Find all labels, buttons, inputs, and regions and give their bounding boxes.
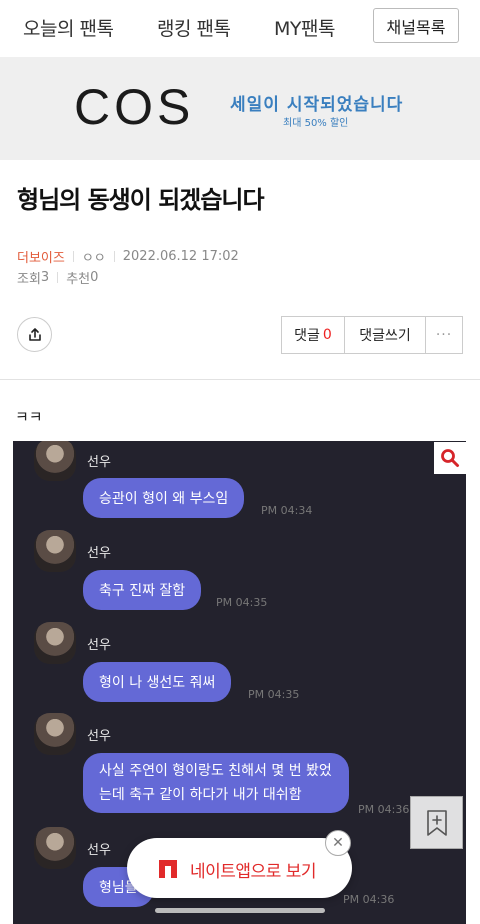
comments-label: 댓글 <box>294 328 320 344</box>
zoom-button[interactable] <box>434 442 466 474</box>
section-divider <box>0 379 480 380</box>
meta-divider <box>72 251 74 262</box>
meta-divider <box>57 272 59 283</box>
open-in-app-label: 네이트앱으로 보기 <box>190 862 317 882</box>
close-app-banner-button[interactable]: ✕ <box>325 830 351 856</box>
ad-subline: 최대 50% 할인 <box>283 118 349 129</box>
sender-name: 선우 <box>87 843 111 858</box>
write-comment-button[interactable]: 댓글쓰기 <box>345 317 426 353</box>
sender-name: 선우 <box>87 455 111 470</box>
message-time: PM 04:35 <box>248 688 300 701</box>
post-datetime: 2022.06.12 17:02 <box>122 249 239 264</box>
share-icon <box>28 327 41 341</box>
comment-actions: 댓글 0 댓글쓰기 ··· <box>281 316 463 354</box>
message-time: PM 04:34 <box>261 504 313 517</box>
avatar <box>34 713 76 755</box>
likes-count: 0 <box>90 270 99 285</box>
sender-name: 선우 <box>87 638 111 653</box>
comments-button[interactable]: 댓글 0 <box>282 317 345 353</box>
ad-logo: COS <box>74 79 195 135</box>
sender-name: 선우 <box>87 546 111 561</box>
bookmark-add-icon <box>426 809 447 836</box>
share-button[interactable] <box>17 317 52 352</box>
search-icon <box>441 449 459 467</box>
sender-name: 선우 <box>87 729 111 744</box>
message-bubble: 축구 진짜 잘함 <box>83 570 202 610</box>
message-bubble: 사실 주연이 형이랑도 친해서 몇 번 봤었는데 축구 같이 하다가 내가 대쉬… <box>83 753 349 813</box>
avatar <box>34 530 76 572</box>
avatar <box>34 441 76 481</box>
bookmark-button[interactable] <box>410 796 463 849</box>
home-indicator <box>155 908 325 913</box>
ad-banner[interactable]: COS 세일이 시작되었습니다 최대 50% 할인 <box>0 57 480 160</box>
message-bubble: 승관이 형이 왜 부스임 <box>83 478 245 518</box>
channel-list-button[interactable]: 채널목록 <box>373 8 459 43</box>
nate-logo-icon <box>159 860 177 878</box>
article-meta: 더보이즈 ㅇㅇ 2022.06.12 17:02 <box>17 247 239 266</box>
ad-headline: 세일이 시작되었습니다 <box>230 95 404 115</box>
views-count: 3 <box>40 270 50 285</box>
likes-label: 추천 <box>66 272 91 287</box>
close-icon: ✕ <box>332 835 344 851</box>
nav-tab-ranking[interactable]: 랭킹 팬톡 <box>157 14 231 41</box>
article-stats: 조회 3 추천 0 <box>17 268 98 287</box>
author-link[interactable]: 더보이즈 <box>17 247 65 266</box>
nav-tab-my[interactable]: MY팬톡 <box>274 14 335 41</box>
message-time: PM 04:36 <box>343 893 395 906</box>
message-bubble: 형이 나 생선도 줘써 <box>83 662 232 702</box>
nickname: ㅇㅇ <box>81 251 106 266</box>
comments-count: 0 <box>322 327 332 343</box>
meta-divider <box>113 251 115 262</box>
message-time: PM 04:36 <box>358 803 410 816</box>
message-time: PM 04:35 <box>216 596 268 609</box>
more-button[interactable]: ··· <box>426 317 462 353</box>
avatar <box>34 827 76 869</box>
top-nav: 오늘의 팬톡 랭킹 팬톡 MY팬톡 채널목록 <box>0 0 480 54</box>
avatar <box>34 622 76 664</box>
article-body: ㅋㅋ <box>15 408 43 426</box>
open-in-app-banner[interactable]: 네이트앱으로 보기 <box>127 838 352 898</box>
views-label: 조회 <box>17 272 41 287</box>
nav-tab-today[interactable]: 오늘의 팬톡 <box>23 14 114 41</box>
article-title: 형님의 동생이 되겠습니다 <box>17 186 265 214</box>
